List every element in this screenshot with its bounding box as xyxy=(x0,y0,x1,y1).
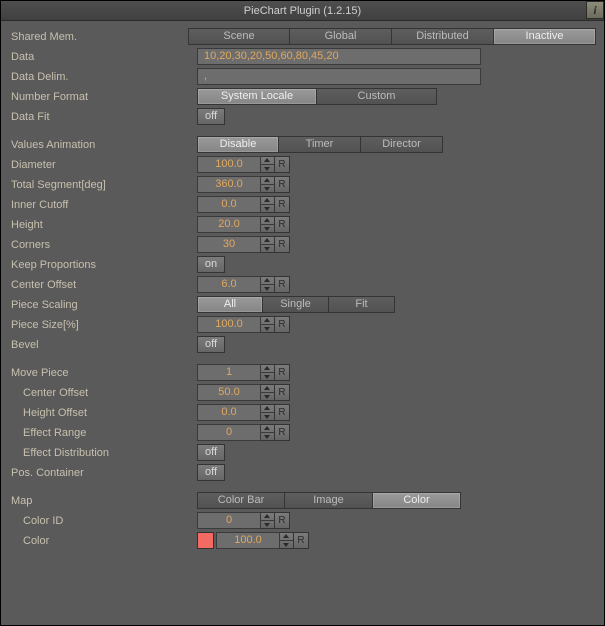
effect-range-label: Effect Range xyxy=(9,427,197,439)
color-swatch[interactable] xyxy=(197,532,214,549)
bevel-label: Bevel xyxy=(9,339,197,351)
piece-scaling-fit[interactable]: Fit xyxy=(329,296,395,313)
effect-distribution-label: Effect Distribution xyxy=(9,447,197,459)
corners-reset[interactable]: R xyxy=(275,236,290,253)
values-animation-label: Values Animation xyxy=(9,139,197,151)
move-center-offset-reset[interactable]: R xyxy=(275,384,290,401)
center-offset-reset[interactable]: R xyxy=(275,276,290,293)
center-offset-label: Center Offset xyxy=(9,279,197,291)
move-center-offset-input[interactable]: 50.0 xyxy=(197,384,261,401)
inner-cutoff-reset[interactable]: R xyxy=(275,196,290,213)
map-label: Map xyxy=(9,495,197,507)
color-input[interactable]: 100.0 xyxy=(216,532,280,549)
effect-distribution-toggle[interactable]: off xyxy=(197,444,225,461)
corners-input[interactable]: 30 xyxy=(197,236,261,253)
color-label: Color xyxy=(9,535,197,547)
info-button[interactable]: i xyxy=(586,1,604,19)
map-color[interactable]: Color xyxy=(373,492,461,509)
move-piece-spinner[interactable] xyxy=(261,364,275,381)
keep-proportions-toggle[interactable]: on xyxy=(197,256,225,273)
color-spinner[interactable] xyxy=(280,532,294,549)
pos-container-toggle[interactable]: off xyxy=(197,464,225,481)
move-height-offset-label: Height Offset xyxy=(9,407,197,419)
diameter-reset[interactable]: R xyxy=(275,156,290,173)
move-height-offset-input[interactable]: 0.0 xyxy=(197,404,261,421)
inner-cutoff-label: Inner Cutoff xyxy=(9,199,197,211)
move-height-offset-reset[interactable]: R xyxy=(275,404,290,421)
color-reset[interactable]: R xyxy=(294,532,309,549)
data-delim-input[interactable]: , xyxy=(197,68,481,85)
bevel-toggle[interactable]: off xyxy=(197,336,225,353)
move-height-offset-spinner[interactable] xyxy=(261,404,275,421)
window-title: PieChart Plugin (1.2.15) xyxy=(1,5,604,17)
keep-proportions-label: Keep Proportions xyxy=(9,259,197,271)
color-id-reset[interactable]: R xyxy=(275,512,290,529)
color-id-input[interactable]: 0 xyxy=(197,512,261,529)
center-offset-spinner[interactable] xyxy=(261,276,275,293)
panel: Shared Mem. Scene Global Distributed Ina… xyxy=(1,21,604,559)
piece-size-spinner[interactable] xyxy=(261,316,275,333)
corners-label: Corners xyxy=(9,239,197,251)
title-bar: PieChart Plugin (1.2.15) i xyxy=(1,1,604,21)
effect-range-reset[interactable]: R xyxy=(275,424,290,441)
map-colorbar[interactable]: Color Bar xyxy=(197,492,285,509)
piece-scaling-all[interactable]: All xyxy=(197,296,263,313)
shared-mem-label: Shared Mem. xyxy=(9,31,188,43)
anim-director[interactable]: Director xyxy=(361,136,443,153)
move-piece-label: Move Piece xyxy=(9,367,197,379)
anim-timer[interactable]: Timer xyxy=(279,136,361,153)
tab-scene[interactable]: Scene xyxy=(188,28,290,45)
tab-inactive[interactable]: Inactive xyxy=(494,28,596,45)
anim-disable[interactable]: Disable xyxy=(197,136,279,153)
map-image[interactable]: Image xyxy=(285,492,373,509)
inner-cutoff-spinner[interactable] xyxy=(261,196,275,213)
effect-range-input[interactable]: 0 xyxy=(197,424,261,441)
center-offset-input[interactable]: 6.0 xyxy=(197,276,261,293)
number-format-label: Number Format xyxy=(9,91,197,103)
data-delim-label: Data Delim. xyxy=(9,71,197,83)
tab-global[interactable]: Global xyxy=(290,28,392,45)
piece-size-label: Piece Size[%] xyxy=(9,319,197,331)
pos-container-label: Pos. Container xyxy=(9,467,197,479)
height-reset[interactable]: R xyxy=(275,216,290,233)
data-fit-label: Data Fit xyxy=(9,111,197,123)
numfmt-custom[interactable]: Custom xyxy=(317,88,437,105)
totalseg-input[interactable]: 360.0 xyxy=(197,176,261,193)
tab-distributed[interactable]: Distributed xyxy=(392,28,494,45)
color-id-label: Color ID xyxy=(9,515,197,527)
move-center-offset-spinner[interactable] xyxy=(261,384,275,401)
color-id-spinner[interactable] xyxy=(261,512,275,529)
numfmt-system[interactable]: System Locale xyxy=(197,88,317,105)
move-piece-reset[interactable]: R xyxy=(275,364,290,381)
totalseg-label: Total Segment[deg] xyxy=(9,179,197,191)
height-input[interactable]: 20.0 xyxy=(197,216,261,233)
height-label: Height xyxy=(9,219,197,231)
diameter-label: Diameter xyxy=(9,159,197,171)
effect-range-spinner[interactable] xyxy=(261,424,275,441)
move-center-offset-label: Center Offset xyxy=(9,387,197,399)
totalseg-reset[interactable]: R xyxy=(275,176,290,193)
piece-size-input[interactable]: 100.0 xyxy=(197,316,261,333)
piece-scaling-label: Piece Scaling xyxy=(9,299,197,311)
diameter-input[interactable]: 100.0 xyxy=(197,156,261,173)
piece-size-reset[interactable]: R xyxy=(275,316,290,333)
data-fit-toggle[interactable]: off xyxy=(197,108,225,125)
data-input[interactable]: 10,20,30,20,50,60,80,45,20 xyxy=(197,48,481,65)
height-spinner[interactable] xyxy=(261,216,275,233)
inner-cutoff-input[interactable]: 0.0 xyxy=(197,196,261,213)
diameter-spinner[interactable] xyxy=(261,156,275,173)
data-label: Data xyxy=(9,51,197,63)
move-piece-input[interactable]: 1 xyxy=(197,364,261,381)
totalseg-spinner[interactable] xyxy=(261,176,275,193)
piece-scaling-single[interactable]: Single xyxy=(263,296,329,313)
corners-spinner[interactable] xyxy=(261,236,275,253)
